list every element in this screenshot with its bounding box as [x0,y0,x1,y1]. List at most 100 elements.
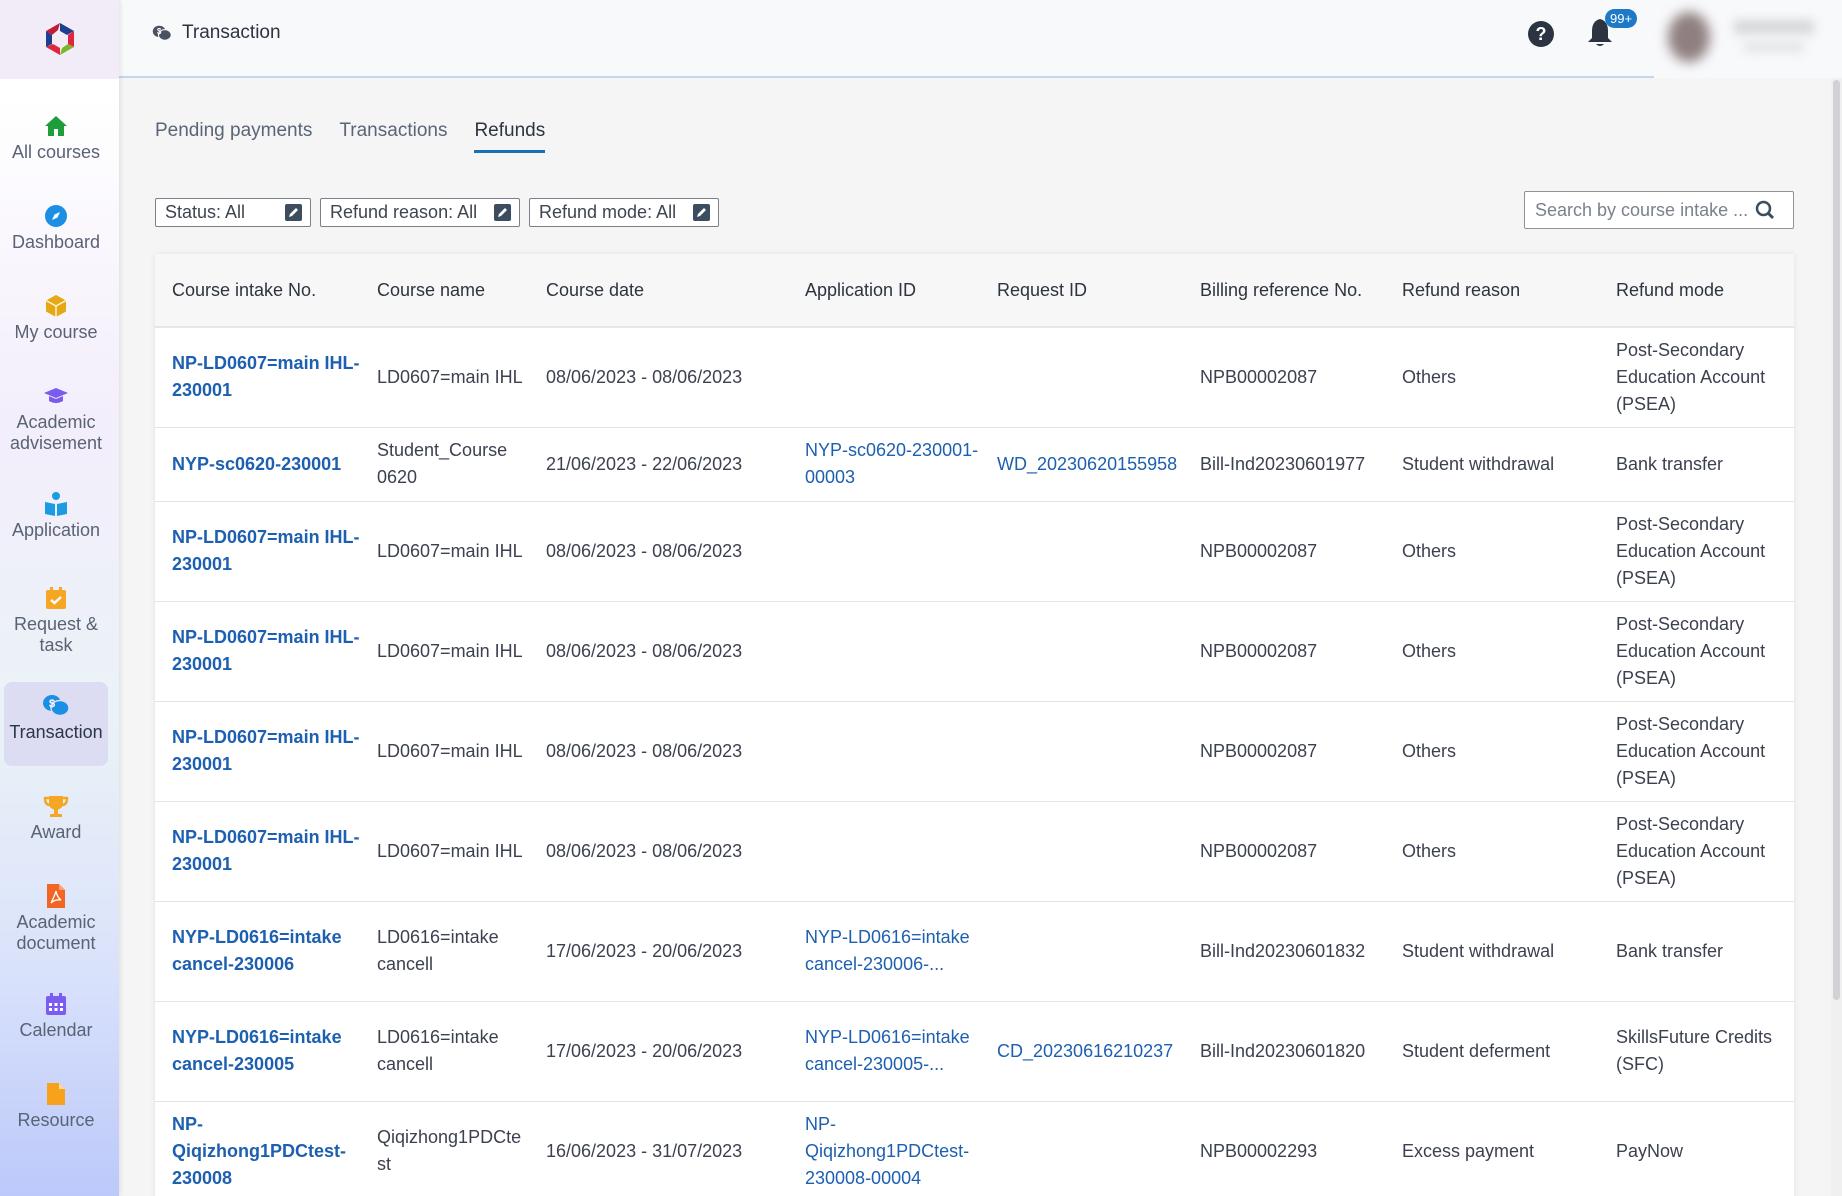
column-header-refund-mode[interactable]: Refund mode [1599,254,1794,328]
column-header-billing-reference[interactable]: Billing reference No. [1183,254,1385,328]
application-id-link[interactable]: NYP-LD0616=intake cancel-230005-... [788,1001,980,1102]
sidebar-item-label: My course [14,322,98,342]
course-intake-link[interactable]: NYP-LD0616=intake cancel-230005 [155,1001,360,1102]
cube-icon [44,292,68,320]
filter-bar: Status: All Refund reason: All Refund mo… [155,198,719,227]
column-header-refund-reason[interactable]: Refund reason [1385,254,1599,328]
refund-reason-cell: Excess payment [1385,1101,1599,1196]
help-icon[interactable]: ? [1527,20,1555,48]
sidebar-item-dashboard[interactable]: Dashboard [4,192,108,253]
edit-icon [494,204,511,221]
column-header-course-date[interactable]: Course date [529,254,788,328]
course-date-cell: 17/06/2023 - 20/06/2023 [529,901,788,1002]
transaction-tabs: Pending payments Transactions Refunds [155,120,546,153]
sidebar-item-academic-document[interactable]: Academic document [4,872,108,954]
course-intake-link[interactable]: NP-Qiqizhong1PDCtest-230008 [155,1101,360,1196]
refund-reason-cell: Others [1385,601,1599,702]
billing-reference-cell: Bill-Ind20230601977 [1183,427,1385,502]
refund-reason-cell: Others [1385,801,1599,902]
sidebar-item-resource[interactable]: Resource [4,1070,108,1131]
refund-reason-filter[interactable]: Refund reason: All [320,198,520,227]
scrollbar-thumb[interactable] [1833,80,1840,1000]
status-filter[interactable]: Status: All [155,198,311,227]
notification-badge: 99+ [1605,9,1638,28]
user-name-blurred [1734,20,1814,34]
page-scrollbar[interactable] [1831,78,1842,1196]
course-name-cell: LD0607=main IHL [360,601,529,702]
sidebar-item-transaction[interactable]: $ Transaction [4,682,108,766]
table-header-row: Course intake No. Course name Course dat… [155,254,1794,328]
course-date-cell: 08/06/2023 - 08/06/2023 [529,801,788,902]
course-intake-link[interactable]: NYP-sc0620-230001 [155,427,360,502]
search-box [1524,191,1794,229]
column-header-application-id[interactable]: Application ID [788,254,980,328]
sidebar-item-calendar[interactable]: Calendar [4,980,108,1041]
refund-mode-cell: SkillsFuture Credits (SFC) [1599,1001,1794,1102]
sidebar-item-my-course[interactable]: My course [4,282,108,343]
refund-mode-filter[interactable]: Refund mode: All [529,198,719,227]
course-intake-link[interactable]: NP-LD0607=main IHL-230001 [155,801,360,902]
course-name-cell: Qiqizhong1PDCtest [360,1101,529,1196]
course-intake-link[interactable]: NYP-LD0616=intake cancel-230006 [155,901,360,1002]
column-header-course-intake[interactable]: Course intake No. [155,254,360,328]
course-date-cell: 17/06/2023 - 20/06/2023 [529,1001,788,1102]
sidebar-item-all-courses[interactable]: All courses [4,102,108,163]
svg-text:?: ? [1536,24,1547,44]
column-header-request-id[interactable]: Request ID [980,254,1183,328]
table-row: NP-LD0607=main IHL-230001 LD0607=main IHL… [155,801,1794,902]
search-icon[interactable] [1755,200,1775,220]
course-name-cell: LD0616=intake cancell [360,1001,529,1102]
billing-reference-cell: NPB00002087 [1183,801,1385,902]
refund-mode-cell: Post-Secondary Education Account (PSEA) [1599,801,1794,902]
course-name-cell: LD0607=main IHL [360,501,529,602]
refund-reason-cell: Others [1385,327,1599,428]
request-id-link[interactable]: CD_20230616210237 [980,1001,1183,1102]
logo-icon [45,22,74,55]
sidebar-item-label: Award [30,822,82,842]
course-intake-link[interactable]: NP-LD0607=main IHL-230001 [155,701,360,802]
request-id-link [980,327,1183,428]
calendar-check-icon [44,584,68,612]
application-id-link [788,601,980,702]
tab-pending-payments[interactable]: Pending payments [155,120,312,153]
graduation-cap-icon [43,382,69,410]
course-intake-link[interactable]: NP-LD0607=main IHL-230001 [155,327,360,428]
sidebar-item-award[interactable]: Award [4,782,108,843]
billing-reference-cell: Bill-Ind20230601832 [1183,901,1385,1002]
application-id-link [788,327,980,428]
refund-reason-cell: Student withdrawal [1385,427,1599,502]
app-logo[interactable] [0,0,119,79]
refund-reason-filter-label: Refund reason: All [330,202,478,222]
file-icon [46,1080,66,1108]
refund-reason-cell: Student withdrawal [1385,901,1599,1002]
course-intake-link[interactable]: NP-LD0607=main IHL-230001 [155,501,360,602]
sidebar-item-application[interactable]: Application [4,480,108,541]
sidebar-item-request-task[interactable]: Request & task [4,574,108,656]
svg-text:$: $ [49,698,55,710]
sidebar-item-academic-advisement[interactable]: Academic advisement [4,372,108,454]
table-row: NYP-LD0616=intake cancel-230005 LD0616=in… [155,1001,1794,1102]
table-row: NYP-LD0616=intake cancel-230006 LD0616=in… [155,901,1794,1002]
sidebar-item-label: Academic document [16,912,96,953]
transaction-chat-icon: $ [152,25,172,41]
application-id-link[interactable]: NP-Qiqizhong1PDCtest-230008-00004 [788,1101,980,1196]
tab-refunds[interactable]: Refunds [474,120,546,153]
refund-mode-cell: Post-Secondary Education Account (PSEA) [1599,501,1794,602]
column-header-course-name[interactable]: Course name [360,254,529,328]
request-id-link [980,801,1183,902]
request-id-link[interactable]: WD_20230620155958 [980,427,1183,502]
billing-reference-cell: NPB00002087 [1183,701,1385,802]
refund-mode-cell: Bank transfer [1599,901,1794,1002]
application-id-link[interactable]: NYP-LD0616=intake cancel-230006-... [788,901,980,1002]
course-date-cell: 08/06/2023 - 08/06/2023 [529,701,788,802]
course-intake-link[interactable]: NP-LD0607=main IHL-230001 [155,601,360,702]
course-name-cell: LD0607=main IHL [360,701,529,802]
search-input[interactable] [1535,199,1755,221]
application-id-link[interactable]: NYP-sc0620-230001-00003 [788,427,980,502]
tab-transactions[interactable]: Transactions [339,120,447,153]
request-id-link [980,501,1183,602]
avatar [1668,12,1710,62]
user-profile-menu[interactable] [1654,0,1842,78]
request-id-link [980,701,1183,802]
edit-icon [693,204,710,221]
